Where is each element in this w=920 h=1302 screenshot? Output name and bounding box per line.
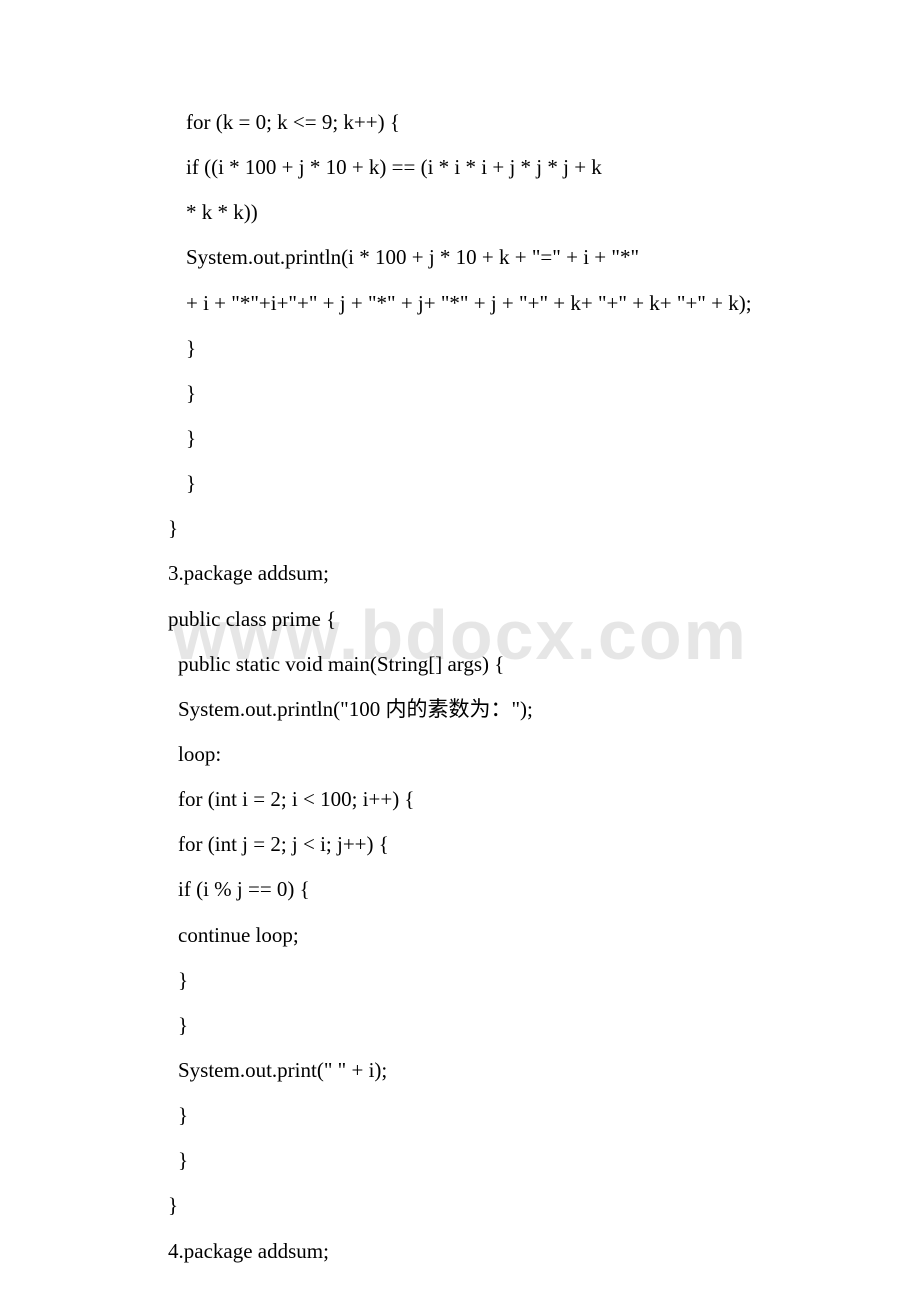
code-line: 3.package addsum; [168,551,752,596]
code-line: for (int i = 2; i < 100; i++) { [168,777,752,822]
code-line: } [168,371,752,416]
code-line: for (k = 0; k <= 9; k++) { [168,100,752,145]
code-line: loop: [168,732,752,777]
code-line: if ((i * 100 + j * 10 + k) == (i * i * i… [168,145,752,190]
code-line: } [168,1093,752,1138]
code-line: continue loop; [168,913,752,958]
code-content: for (k = 0; k <= 9; k++) { if ((i * 100 … [168,100,752,1274]
code-line: * k * k)) [168,190,752,235]
code-line: System.out.print(" " + i); [168,1048,752,1093]
code-line: System.out.println(i * 100 + j * 10 + k … [168,235,752,280]
code-line: public static void main(String[] args) { [168,642,752,687]
code-line: } [168,326,752,371]
code-line: } [168,416,752,461]
code-line: } [168,1003,752,1048]
code-line: public class prime { [168,597,752,642]
code-line: if (i % j == 0) { [168,867,752,912]
code-line: for (int j = 2; j < i; j++) { [168,822,752,867]
code-line: } [168,506,752,551]
code-line: 4.package addsum; [168,1229,752,1274]
code-line: } [168,1183,752,1228]
code-line: } [168,461,752,506]
code-line: System.out.println("100 内的素数为："); [168,687,752,732]
code-line: } [168,958,752,1003]
code-line: } [168,1138,752,1183]
code-line: + i + "*"+i+"+" + j + "*" + j+ "*" + j +… [168,281,752,326]
